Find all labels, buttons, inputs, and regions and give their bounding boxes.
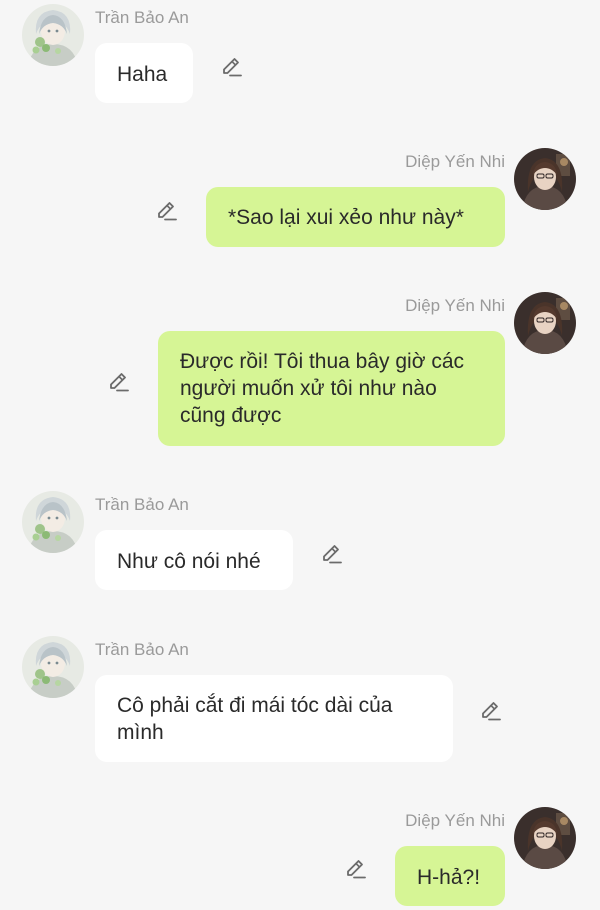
pencil-edit-icon[interactable] [154,198,180,224]
avatar[interactable] [22,491,84,553]
pencil-edit-icon[interactable] [106,369,132,395]
avatar[interactable] [514,148,576,210]
message-bubble[interactable]: *Sao lại xui xẻo như này* [206,187,505,247]
avatar[interactable] [22,636,84,698]
message-bubble[interactable]: H-hả?! [395,846,505,906]
sender-name: Trần Bảo An [95,640,189,659]
message-bubble[interactable]: Được rồi! Tôi thua bây giờ các người muố… [158,331,505,446]
sender-name: Diệp Yến Nhi [405,152,505,171]
pencil-edit-icon[interactable] [319,541,345,567]
message-bubble[interactable]: Cô phải cắt đi mái tóc dài của mình [95,675,453,762]
message-bubble[interactable]: Haha [95,43,193,103]
pencil-edit-icon[interactable] [219,54,245,80]
sender-name: Diệp Yến Nhi [405,296,505,315]
sender-name: Trần Bảo An [95,8,189,27]
pencil-edit-icon[interactable] [478,698,504,724]
sender-name: Diệp Yến Nhi [405,811,505,830]
avatar[interactable] [22,4,84,66]
sender-name: Trần Bảo An [95,495,189,514]
avatar[interactable] [514,807,576,869]
avatar[interactable] [514,292,576,354]
pencil-edit-icon[interactable] [343,856,369,882]
message-bubble[interactable]: Như cô nói nhé [95,530,293,590]
chat-thread: Trần Bảo An Haha Diệp Yến Nhi *Sao lại x… [0,0,600,910]
